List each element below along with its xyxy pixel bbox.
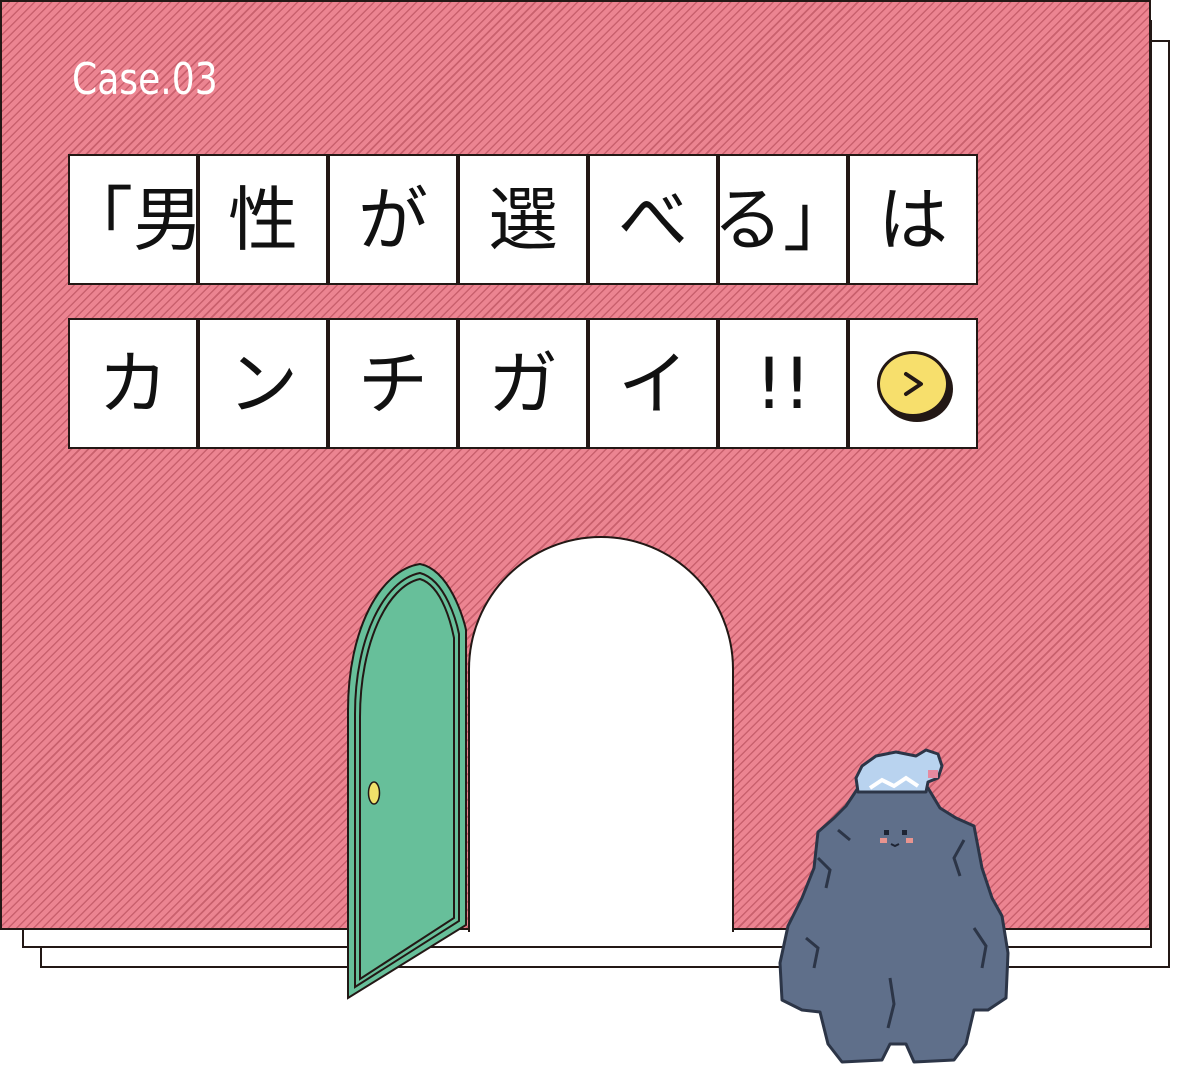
next-tile: [848, 318, 978, 449]
headline-row-2: カ ン チ ガ イ !!: [68, 318, 978, 449]
headline-tile: チ: [328, 318, 458, 449]
headline-tile: ン: [198, 318, 328, 449]
headline-tile: 選: [458, 154, 588, 285]
next-button[interactable]: [877, 350, 949, 417]
case-label: Case.03: [72, 54, 218, 105]
headline-tile: が: [328, 154, 458, 285]
headline-tile: 性: [198, 154, 328, 285]
headline-tile: カ: [68, 318, 198, 449]
green-door[interactable]: [340, 560, 480, 1005]
headline-tile: る」: [713, 154, 853, 285]
headline-tile: 「男: [63, 154, 203, 285]
headline-tile: は: [848, 154, 978, 285]
headline-tile: ガ: [458, 318, 588, 449]
headline-row-1: 「男 性 が 選 べ る」 は: [63, 154, 978, 285]
creature-character: [778, 748, 1010, 1064]
door-knob: [367, 781, 381, 805]
open-doorway[interactable]: [468, 536, 734, 932]
chevron-right-icon: [904, 371, 923, 396]
headline-tile: !!: [718, 318, 848, 449]
headline-tile: べ: [588, 154, 718, 285]
headline-tile: イ: [588, 318, 718, 449]
